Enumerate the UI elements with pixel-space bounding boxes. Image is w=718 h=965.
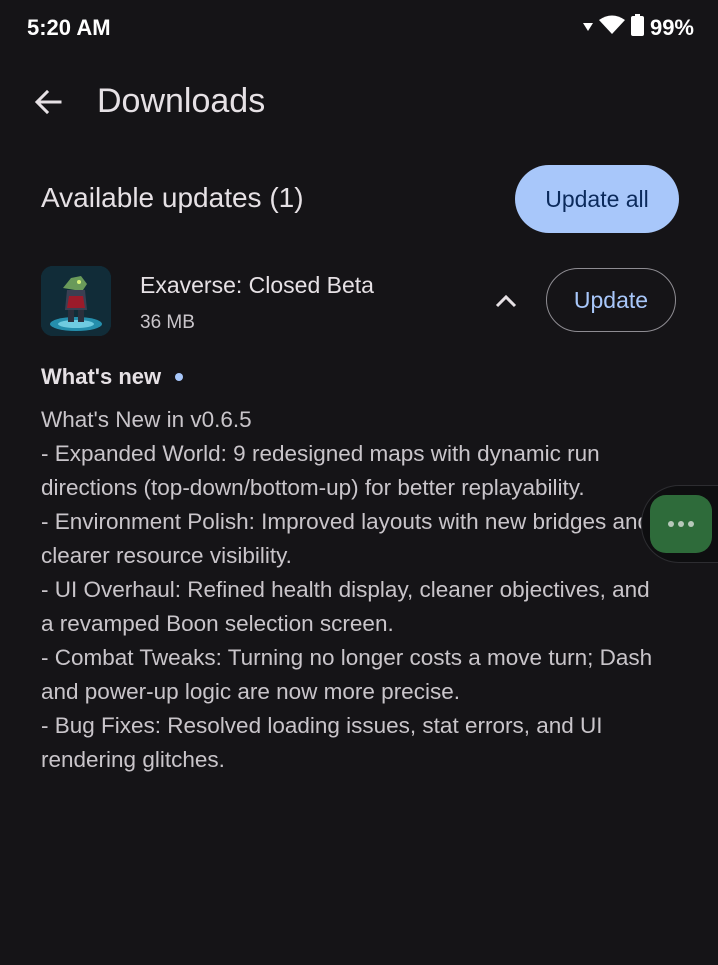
back-button[interactable] (26, 82, 70, 126)
update-button[interactable]: Update (546, 268, 676, 332)
exaverse-app-icon (41, 266, 111, 336)
battery-percent: 99% (649, 14, 694, 40)
app-size: 36 MB (140, 312, 195, 333)
chevron-up-icon (495, 294, 517, 313)
available-updates-title: Available updates (1) (41, 182, 304, 213)
battery-icon (630, 14, 644, 41)
status-bar: 5:20 AM 99% (0, 0, 718, 58)
more-dots-icon (650, 495, 712, 553)
wifi-icon (598, 15, 625, 40)
release-notes: What's New in v0.6.5 - Expanded World: 9… (41, 403, 691, 777)
arrow-left-icon (33, 87, 63, 122)
status-icons: 99% (582, 14, 694, 41)
update-all-button[interactable]: Update all (515, 165, 679, 233)
release-note-line: a revamped Boon selection screen. (41, 611, 394, 636)
dot (668, 521, 674, 527)
floating-assistant-bubble[interactable] (641, 485, 718, 563)
dot (688, 521, 694, 527)
signal-icon (582, 19, 593, 37)
release-note-line: - Environment Polish: Improved layouts w… (41, 509, 651, 534)
release-note-line: - UI Overhaul: Refined health display, c… (41, 577, 650, 602)
release-note-line: clearer resource visibility. (41, 543, 292, 568)
update-list-item[interactable]: Exaverse: Closed Beta 36 MB Update (0, 262, 718, 346)
updates-header: Available updates (1) Update all (0, 164, 718, 236)
release-note-line: directions (top-down/bottom-up) for bett… (41, 475, 585, 500)
release-note-line: rendering glitches. (41, 747, 225, 772)
dot (678, 521, 684, 527)
release-note-line: What's New in v0.6.5 (41, 407, 252, 432)
status-time: 5:20 AM (27, 15, 111, 40)
whats-new-heading: What's new (41, 364, 184, 390)
app-bar: Downloads (0, 70, 718, 136)
release-note-line: - Combat Tweaks: Turning no longer costs… (41, 645, 653, 670)
collapse-button[interactable] (485, 282, 527, 324)
page-title: Downloads (97, 82, 266, 120)
app-name: Exaverse: Closed Beta (140, 272, 374, 298)
whats-new-title: What's new (41, 364, 162, 389)
release-note-line: - Expanded World: 9 redesigned maps with… (41, 441, 600, 466)
new-indicator-dot (175, 373, 184, 381)
release-note-line: and power-up logic are now more precise. (41, 679, 460, 704)
release-note-line: - Bug Fixes: Resolved loading issues, st… (41, 713, 603, 738)
